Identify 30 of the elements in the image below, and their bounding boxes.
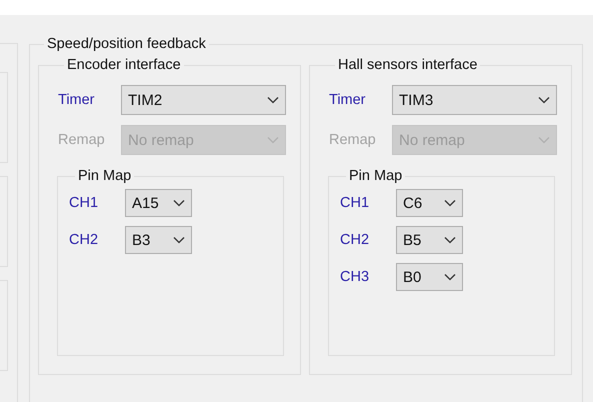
chevron-down-icon xyxy=(444,236,456,244)
field-label: CH2 xyxy=(340,232,370,248)
chevron-down-icon xyxy=(173,199,185,207)
group-title: Encoder interface xyxy=(66,57,182,73)
group-title: Speed/position feedback xyxy=(46,36,207,52)
field-label: Timer xyxy=(329,92,367,108)
field-label: Remap xyxy=(58,132,106,148)
chevron-down-icon xyxy=(173,236,185,244)
group-title: Pin Map xyxy=(77,168,132,184)
dropdown[interactable]: B0 xyxy=(396,263,463,291)
field-label: CH2 xyxy=(69,232,100,248)
dropdown[interactable]: B5 xyxy=(396,226,463,254)
dropdown[interactable]: C6 xyxy=(396,189,463,217)
dropdown[interactable]: TIM3 xyxy=(392,85,557,115)
field-label: CH1 xyxy=(69,195,100,211)
group-title: Pin Map xyxy=(348,168,404,184)
dropdown[interactable]: B3 xyxy=(125,226,192,254)
chevron-down-icon xyxy=(538,96,550,104)
chevron-down-icon xyxy=(444,273,456,281)
field-label: CH1 xyxy=(340,195,370,211)
field-label: CH3 xyxy=(340,269,370,285)
chevron-down-icon xyxy=(267,136,279,144)
chevron-down-icon xyxy=(267,96,279,104)
chevron-down-icon xyxy=(444,199,456,207)
dropdown[interactable]: TIM2 xyxy=(121,85,286,115)
field-label: Timer xyxy=(58,92,96,108)
chevron-down-icon xyxy=(538,136,550,144)
group-title: Hall sensors interface xyxy=(337,57,478,73)
field-label: Remap xyxy=(329,132,377,148)
dropdown[interactable]: A15 xyxy=(125,189,192,217)
